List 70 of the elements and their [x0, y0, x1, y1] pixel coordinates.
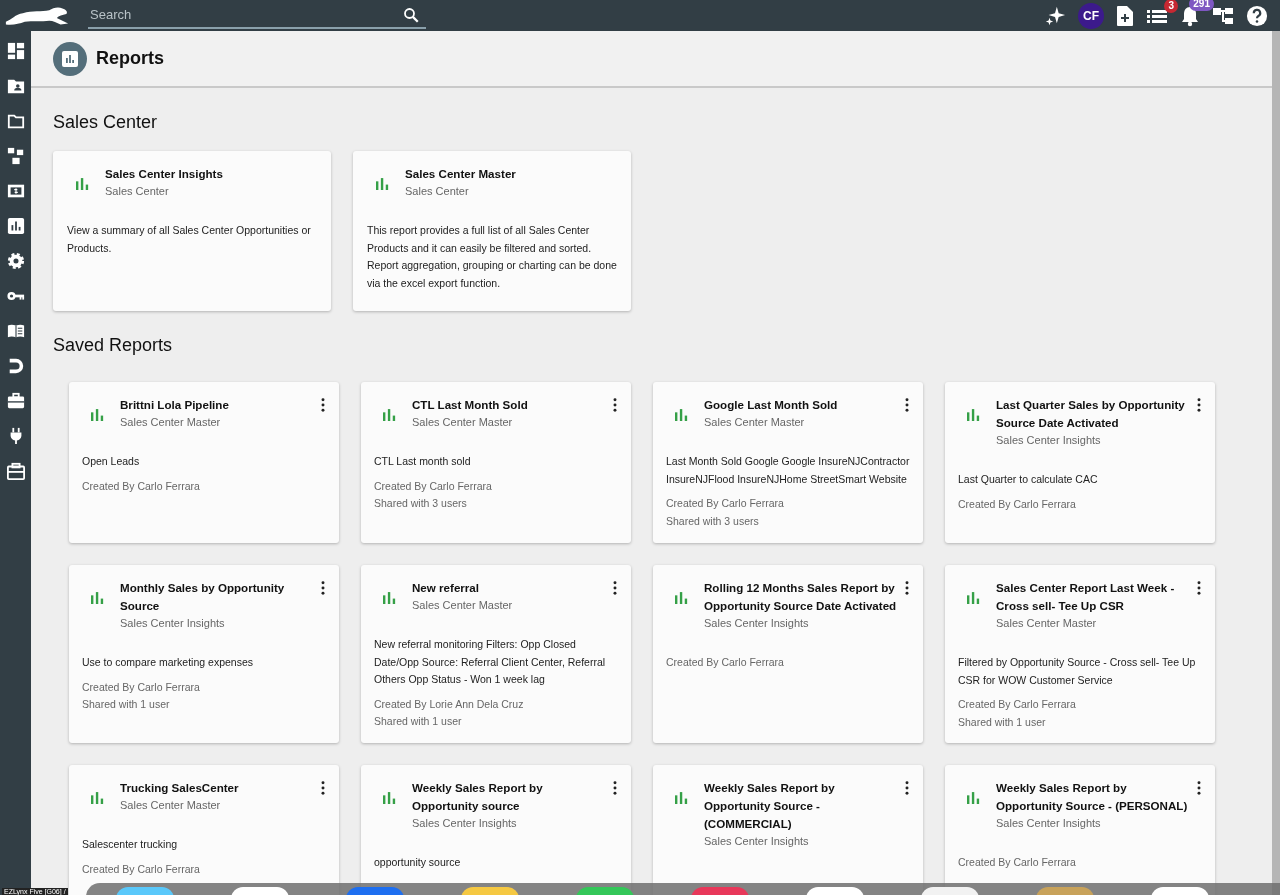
report-title: Sales Center Master [405, 166, 517, 182]
shared-with-text: Shared with 1 user [82, 697, 171, 712]
created-by-text: Created By Carlo Ferrara [958, 855, 1077, 870]
created-by-text: Created By Carlo Ferrara [958, 697, 1077, 712]
report-source: Sales Center Insights [120, 616, 226, 631]
report-description: CTL Last month sold [374, 454, 472, 469]
created-by-text: Created By Carlo Ferrara [374, 478, 493, 494]
report-card[interactable]: Google Last Month Sold Sales Center Master Last Month Sold Google Google InsureNJContractor InsureNJFlood InsureNJHome StreetSmart Website Created By Carlo Ferrara Shared with 3 users [653, 382, 923, 543]
report-description: Last Month Sold Google Google InsureNJContractor InsureNJFlood InsureNJHome StreetSmart Website [666, 454, 911, 487]
report-source: Sales Center Insights [704, 834, 810, 849]
report-description: Last Quarter to calculate CAC [958, 472, 1099, 487]
report-source: Sales Center Master [412, 415, 514, 430]
task-count-badge: 3 [1164, 0, 1178, 13]
report-title: Sales Center Insights [105, 166, 224, 182]
report-card[interactable]: Last Quarter Sales by Opportunity Source Date Activated Sales Center Insights Last Quarter to calculate CAC Created By Carlo Ferrara [945, 382, 1215, 543]
report-card[interactable]: Sales Center Insights Sales Center View a summary of all Sales Center Opportunities or Products. [53, 151, 331, 311]
report-title: Monthly Sales by Opportunity Source [120, 580, 286, 614]
report-title: Weekly Sales Report by Opportunity source [412, 780, 544, 814]
report-source: Sales Center Insights [704, 616, 810, 631]
report-title: Trucking SalesCenter [120, 780, 240, 796]
report-card[interactable]: CTL Last Month Sold Sales Center Master CTL Last month sold Created By Carlo Ferrara Shared with 3 users [361, 382, 631, 543]
report-source: Sales Center Insights [996, 433, 1102, 448]
report-title: Weekly Sales Report by Opportunity Source - (COMMERCIAL) [704, 780, 836, 832]
search-field[interactable]: Search [88, 2, 426, 29]
created-by-text: Created By Carlo Ferrara [666, 496, 785, 511]
notification-count-badge: 291 [1189, 0, 1214, 11]
report-title: CTL Last Month Sold [412, 397, 529, 413]
created-by-text: Created By Carlo Ferrara [958, 496, 1077, 512]
report-title: Weekly Sales Report by Opportunity Source - (PERSONAL) [996, 780, 1189, 814]
page-title: Reports [96, 48, 164, 69]
report-description: New referral monitoring Filters: Opp Closed Date/Opp Source: Referral Client Center, Referral Others Opp Status - Won 1 week lag [374, 637, 607, 687]
report-source: Sales Center Master [412, 598, 514, 613]
report-card[interactable]: Monthly Sales by Opportunity Source Sales Center Insights Use to compare marketing expenses Created By Carlo Ferrara Shared with 1 user [69, 565, 339, 743]
report-description: Filtered by Opportunity Source - Cross sell- Tee Up CSR for WOW Customer Service [958, 655, 1197, 688]
shared-with-text: Shared with 3 users [374, 496, 468, 511]
report-description: This report provides a full list of all Sales Center Products and it can easily be filtered and sorted. Report aggregation, grouping or charting can be done via the excel export function. [367, 223, 617, 291]
created-by-text: Created By Lorie Ann Dela Cruz [374, 696, 525, 712]
report-title: New referral [412, 580, 481, 596]
report-description: Salescenter trucking [82, 837, 179, 852]
report-title: Google Last Month Sold [704, 397, 839, 413]
report-card[interactable]: Brittni Lola Pipeline Sales Center Master Open Leads Created By Carlo Ferrara [69, 382, 339, 543]
shared-with-text: Shared with 1 user [958, 714, 1047, 730]
report-description: Use to compare marketing expenses [82, 655, 254, 670]
section-heading: Saved Reports [53, 334, 174, 357]
report-description: View a summary of all Sales Center Opportunities or Products. [67, 223, 312, 256]
user-avatar[interactable]: CF [1078, 2, 1104, 29]
created-by-text: Created By Carlo Ferrara [666, 655, 785, 670]
report-card[interactable]: Sales Center Report Last Week - Cross sell- Tee Up CSR Sales Center Master Filtered by Opportunity Source - Cross sell- Tee Up CSR for WOW Customer Service Created By Carlo Ferrara Shared with 1 user [945, 565, 1215, 743]
report-description: Open Leads [82, 454, 141, 469]
created-by-text: Created By Carlo Ferrara [82, 478, 201, 494]
report-source: Sales Center Master [996, 616, 1098, 631]
report-title: Sales Center Report Last Week - Cross sell- Tee Up CSR [996, 580, 1176, 614]
created-by-text: Created By Carlo Ferrara [82, 679, 201, 695]
report-description: opportunity source [374, 855, 462, 870]
report-source: Sales Center Insights [996, 816, 1102, 831]
report-source: Sales Center [405, 184, 470, 199]
report-source: Sales Center Master [120, 415, 222, 430]
shared-with-text: Shared with 1 user [374, 714, 463, 729]
report-card[interactable]: Trucking SalesCenter Sales Center Master Salescenter trucking Created By Carlo Ferrara [69, 765, 339, 895]
report-source: Sales Center [105, 184, 170, 199]
report-title: Last Quarter Sales by Opportunity Source Date Activated [996, 397, 1186, 431]
section-heading: Sales Center [53, 111, 159, 134]
report-source: Sales Center Master [704, 415, 806, 430]
report-source: Sales Center Master [120, 798, 222, 813]
shared-with-text: Shared with 3 users [666, 513, 760, 529]
created-by-text: Created By Carlo Ferrara [82, 861, 201, 877]
report-title: Brittni Lola Pipeline [120, 397, 230, 413]
report-card[interactable]: Rolling 12 Months Sales Report by Opportunity Source Date Activated Sales Center Insights Created By Carlo Ferrara [653, 565, 923, 743]
report-title: Rolling 12 Months Sales Report by Opportunity Source Date Activated [704, 580, 898, 614]
report-source: Sales Center Insights [412, 816, 518, 831]
